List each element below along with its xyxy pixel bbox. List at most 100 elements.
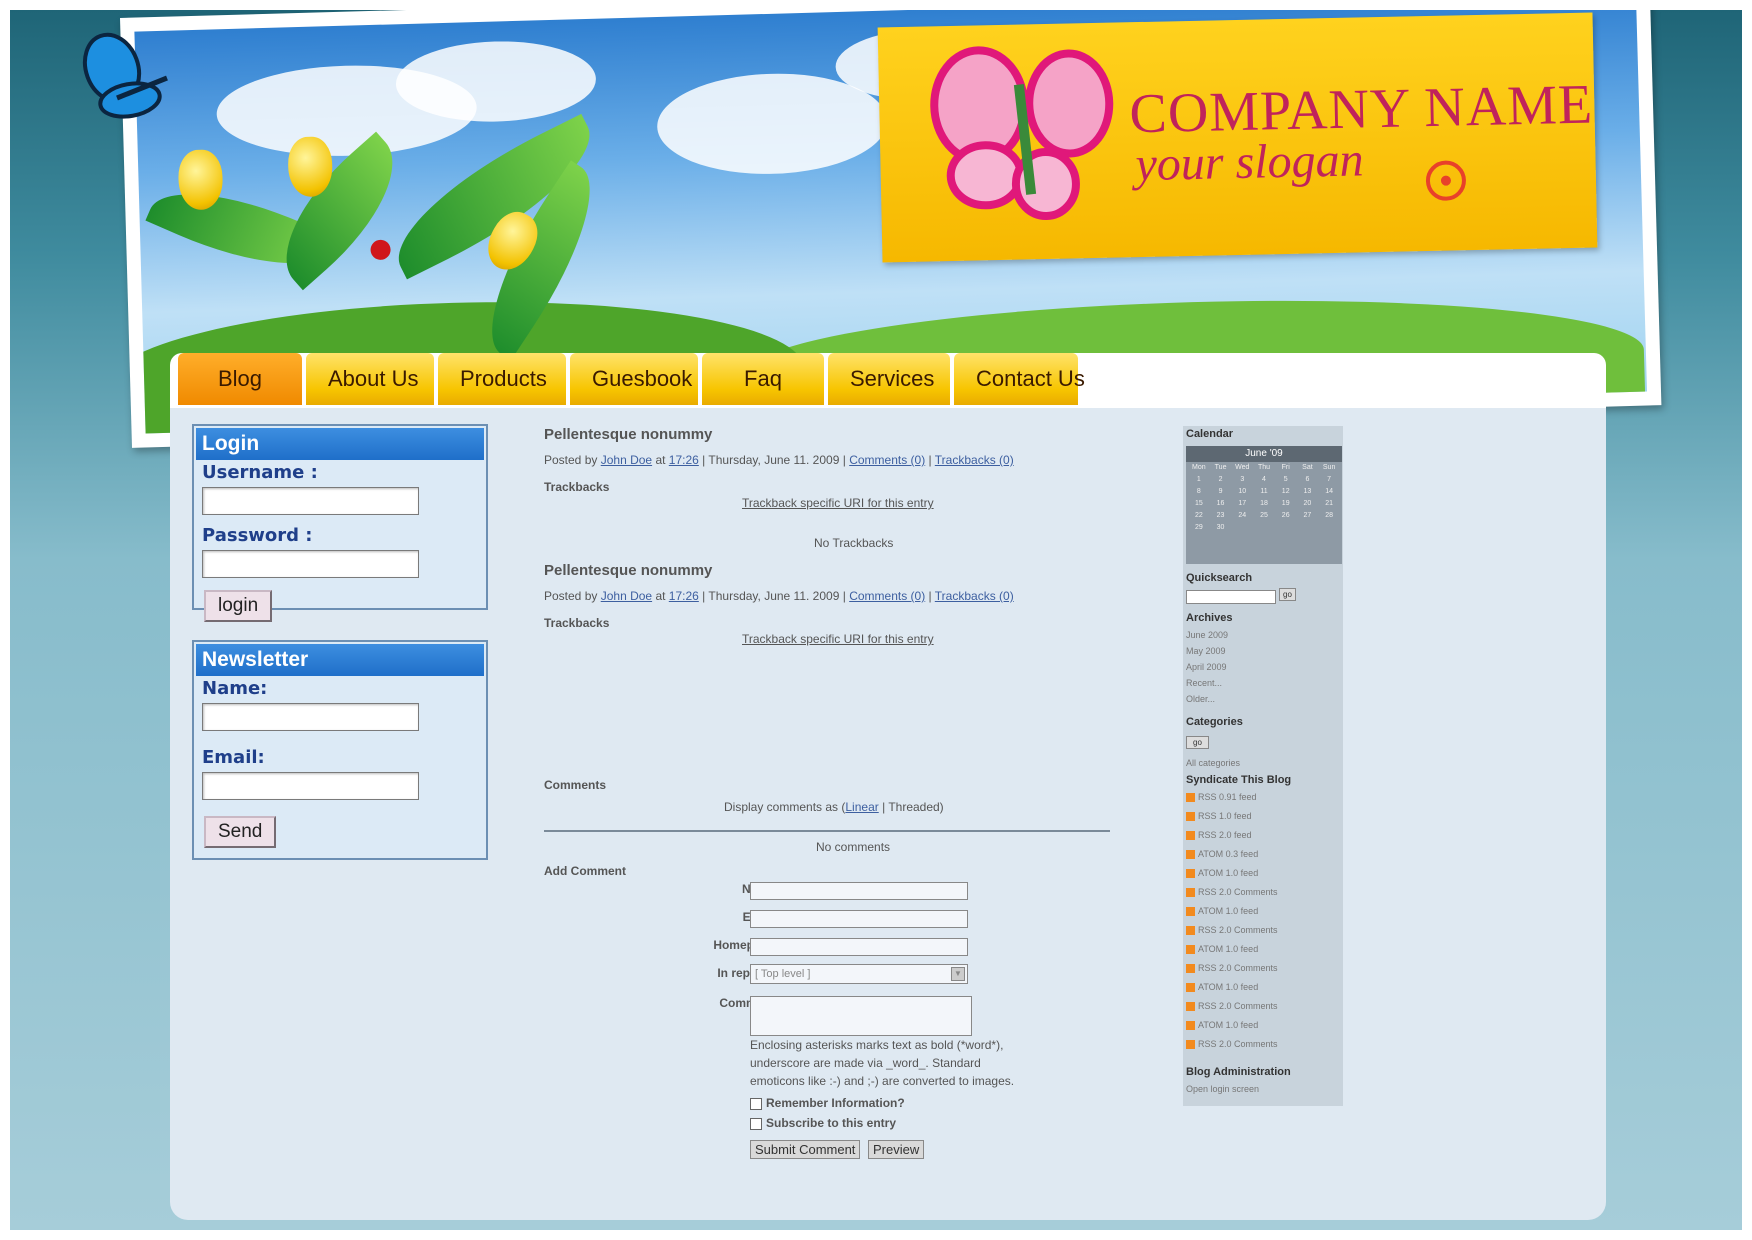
categories-go-button[interactable]: go: [1186, 736, 1209, 749]
calendar-date[interactable]: 18: [1253, 500, 1275, 507]
calendar-date[interactable]: 28: [1318, 512, 1340, 519]
feed-link[interactable]: ATOM 1.0 feed: [1186, 944, 1258, 955]
comment-homepage-input[interactable]: [750, 938, 968, 956]
calendar-date[interactable]: 30: [1210, 524, 1232, 531]
feed-link[interactable]: RSS 2.0 Comments: [1186, 963, 1278, 974]
calendar-date[interactable]: 3: [1231, 476, 1253, 483]
archives-heading: Archives: [1186, 612, 1233, 624]
trackback-uri-link[interactable]: Trackback specific URI for this entry: [742, 496, 934, 510]
checkbox-icon[interactable]: [750, 1117, 762, 1130]
feed-link[interactable]: ATOM 1.0 feed: [1186, 906, 1258, 917]
calendar-date[interactable]: 5: [1275, 476, 1297, 483]
nav-faq[interactable]: Faq: [702, 353, 824, 405]
newsletter-name-input[interactable]: [202, 703, 419, 731]
calendar-date[interactable]: 19: [1275, 500, 1297, 507]
trackbacks-link[interactable]: Trackbacks (0): [935, 589, 1014, 603]
login-button[interactable]: login: [204, 590, 273, 622]
feed-link[interactable]: ATOM 0.3 feed: [1186, 849, 1258, 860]
feed-link[interactable]: RSS 2.0 feed: [1186, 830, 1252, 841]
nav-blog[interactable]: Blog: [178, 353, 302, 405]
archive-link[interactable]: May 2009: [1186, 646, 1226, 656]
calendar-date[interactable]: 24: [1231, 512, 1253, 519]
calendar-date[interactable]: 26: [1275, 512, 1297, 519]
feed-link[interactable]: RSS 2.0 Comments: [1186, 925, 1278, 936]
archive-link[interactable]: Recent...: [1186, 678, 1222, 688]
newsletter-email-input[interactable]: [202, 772, 419, 800]
calendar-date[interactable]: 20: [1297, 500, 1319, 507]
calendar-date[interactable]: 16: [1210, 500, 1232, 507]
nav-contact-us[interactable]: Contact Us: [954, 353, 1085, 405]
categories-heading: Categories: [1186, 716, 1243, 728]
reply-to-select[interactable]: [ Top level ] ▼: [750, 964, 968, 984]
feed-link[interactable]: RSS 1.0 feed: [1186, 811, 1252, 822]
archive-link[interactable]: April 2009: [1186, 662, 1227, 672]
send-button[interactable]: Send: [204, 816, 277, 848]
calendar-date[interactable]: 8: [1188, 488, 1210, 495]
author-link[interactable]: John Doe: [601, 453, 652, 467]
calendar-date[interactable]: 27: [1297, 512, 1319, 519]
calendar-grid: Mon Tue Wed Thu Fri Sat Sun 1 2 3 4 5 6 7 8 9 10 11 12 13 14…: [1186, 462, 1342, 533]
calendar-date[interactable]: 11: [1253, 488, 1275, 495]
calendar-date[interactable]: 2: [1210, 476, 1232, 483]
rss-icon: [1186, 888, 1195, 898]
author-link[interactable]: John Doe: [601, 589, 652, 603]
linear-link[interactable]: Linear: [845, 800, 878, 814]
nav-guestbook[interactable]: Guesbook: [570, 353, 698, 405]
chevron-down-icon[interactable]: ▼: [951, 967, 965, 981]
quicksearch-go-button[interactable]: go: [1279, 588, 1296, 601]
calendar-date[interactable]: 12: [1275, 488, 1297, 495]
open-login-screen-link[interactable]: Open login screen: [1186, 1084, 1259, 1094]
trackbacks-link[interactable]: Trackbacks (0): [935, 453, 1014, 467]
feed-link[interactable]: ATOM 1.0 feed: [1186, 982, 1258, 993]
calendar-date[interactable]: 9: [1210, 488, 1232, 495]
submit-comment-button[interactable]: Submit Comment: [750, 1140, 861, 1159]
all-categories-link[interactable]: All categories: [1186, 758, 1240, 768]
calendar-date[interactable]: 7: [1318, 476, 1340, 483]
username-input[interactable]: [202, 487, 419, 515]
calendar-date[interactable]: 15: [1188, 500, 1210, 507]
calendar-date[interactable]: 1: [1188, 476, 1210, 483]
feed-link[interactable]: RSS 2.0 Comments: [1186, 887, 1278, 898]
nav-about-us[interactable]: About Us: [306, 353, 434, 405]
time-link[interactable]: 17:26: [669, 589, 699, 603]
password-input[interactable]: [202, 550, 419, 578]
calendar-date[interactable]: 22: [1188, 512, 1210, 519]
feed-link[interactable]: RSS 0.91 feed: [1186, 792, 1257, 803]
archive-link[interactable]: Older...: [1186, 694, 1215, 704]
subscribe-option[interactable]: Subscribe to this entry: [750, 1116, 896, 1130]
comment-email-input[interactable]: [750, 910, 968, 928]
calendar-date[interactable]: 10: [1231, 488, 1253, 495]
nav-services[interactable]: Services: [828, 353, 950, 405]
feed-link[interactable]: RSS 2.0 Comments: [1186, 1039, 1278, 1050]
calendar-day-header: Thu: [1257, 464, 1271, 471]
time-link[interactable]: 17:26: [669, 453, 699, 467]
comments-link[interactable]: Comments (0): [849, 589, 925, 603]
newsletter-box: Newsletter Name: Email: Send: [192, 640, 488, 860]
feed-link[interactable]: ATOM 1.0 feed: [1186, 868, 1258, 879]
nav-products[interactable]: Products: [438, 353, 566, 405]
comment-name-input[interactable]: [750, 882, 968, 900]
calendar-date[interactable]: 13: [1297, 488, 1319, 495]
calendar-date[interactable]: 6: [1297, 476, 1319, 483]
calendar-date[interactable]: 23: [1210, 512, 1232, 519]
checkbox-icon[interactable]: [750, 1097, 762, 1110]
comment-textarea[interactable]: [750, 996, 972, 1036]
comments-link[interactable]: Comments (0): [849, 453, 925, 467]
pink-butterfly-logo-icon: [930, 46, 1114, 221]
trackbacks-heading: Trackbacks: [544, 616, 610, 630]
calendar-date[interactable]: 14: [1318, 488, 1340, 495]
preview-button[interactable]: Preview: [868, 1140, 925, 1159]
archive-link[interactable]: June 2009: [1186, 630, 1228, 640]
trackback-uri-link[interactable]: Trackback specific URI for this entry: [742, 632, 934, 646]
calendar-day-header: Sat: [1302, 464, 1313, 471]
quicksearch-input[interactable]: [1186, 590, 1276, 604]
feed-link[interactable]: RSS 2.0 Comments: [1186, 1001, 1278, 1012]
remember-info-option[interactable]: Remember Information?: [750, 1096, 905, 1110]
feed-link[interactable]: ATOM 1.0 feed: [1186, 1020, 1258, 1031]
calendar-date[interactable]: 29: [1188, 524, 1210, 531]
calendar-date[interactable]: 25: [1253, 512, 1275, 519]
calendar-date[interactable]: 4: [1253, 476, 1275, 483]
calendar-date[interactable]: 21: [1318, 500, 1340, 507]
calendar-date[interactable]: 17: [1231, 500, 1253, 507]
content-panel: Login Username : Password : login Newsle…: [170, 408, 1606, 1220]
